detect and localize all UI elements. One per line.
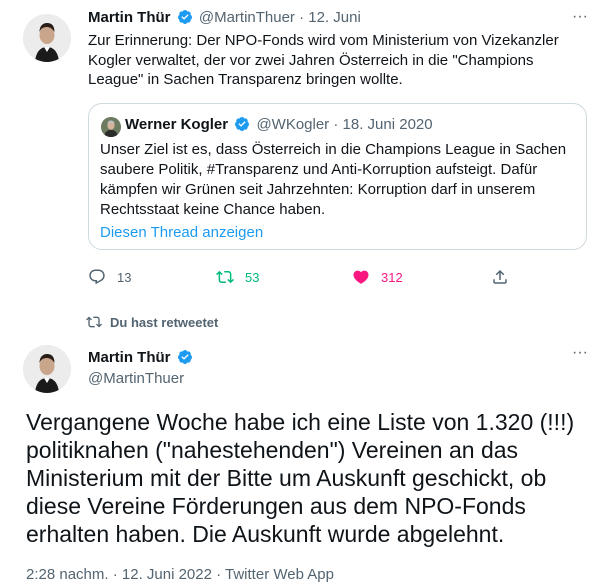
author-handle: @WKogler xyxy=(256,116,330,133)
avatar[interactable] xyxy=(23,345,71,393)
tweet-date[interactable]: 12. Juni xyxy=(308,9,361,26)
reply-count: 13 xyxy=(117,269,132,285)
more-dots-icon[interactable]: ··· xyxy=(570,9,590,30)
tweet-header: Martin Thür xyxy=(88,349,195,367)
avatar xyxy=(101,117,121,137)
separator-dot: · xyxy=(299,9,305,26)
retweet-icon xyxy=(86,316,102,328)
retweet-button[interactable]: 53 xyxy=(216,267,259,287)
retweet-count: 53 xyxy=(245,269,260,285)
author-name: Werner Kogler xyxy=(125,116,229,133)
retweeted-banner: Du hast retweetet xyxy=(86,314,218,330)
tweet-date: 18. Juni 2020 xyxy=(342,116,433,133)
tweet-text: Zur Erinnerung: Der NPO-Fonds wird vom M… xyxy=(88,32,559,88)
verified-badge-icon xyxy=(177,10,192,24)
quoted-tweet-header: Werner Kogler @WKogler · 18. Juni 2020 xyxy=(125,116,433,133)
quoted-tweet[interactable]: Werner Kogler @WKogler · 18. Juni 2020 U… xyxy=(88,103,587,250)
reply-icon xyxy=(89,269,105,285)
author-handle[interactable]: @MartinThuer xyxy=(199,9,295,26)
retweeted-label: Du hast retweetet xyxy=(110,314,219,330)
author-name[interactable]: Martin Thür xyxy=(88,9,171,26)
more-dots-icon[interactable]: ··· xyxy=(570,345,590,366)
reply-button[interactable]: 13 xyxy=(88,267,131,287)
tweet-timestamp[interactable]: 2:28 nachm. · 12. Juni 2022 · Twitter We… xyxy=(26,566,334,583)
verified-badge-icon xyxy=(235,117,250,131)
share-button[interactable] xyxy=(491,267,520,287)
author-name[interactable]: Martin Thür xyxy=(88,349,171,366)
retweet-icon xyxy=(216,270,234,284)
avatar[interactable] xyxy=(23,14,71,62)
share-icon xyxy=(493,269,507,284)
verified-badge-icon xyxy=(177,350,192,364)
show-thread-link[interactable]: Diesen Thread anzeigen xyxy=(100,224,263,241)
heart-icon xyxy=(353,270,369,284)
separator-dot: · xyxy=(333,116,339,133)
author-handle[interactable]: @MartinThuer xyxy=(88,370,184,387)
like-count: 312 xyxy=(381,269,403,285)
tweet-text: Vergangene Woche habe ich eine Liste von… xyxy=(26,409,575,547)
quoted-tweet-text: Unser Ziel ist es, dass Österreich in di… xyxy=(100,141,567,218)
tweet-header: Martin Thür @MartinThuer · 12. Juni xyxy=(88,9,361,26)
like-button[interactable]: 312 xyxy=(352,267,403,287)
